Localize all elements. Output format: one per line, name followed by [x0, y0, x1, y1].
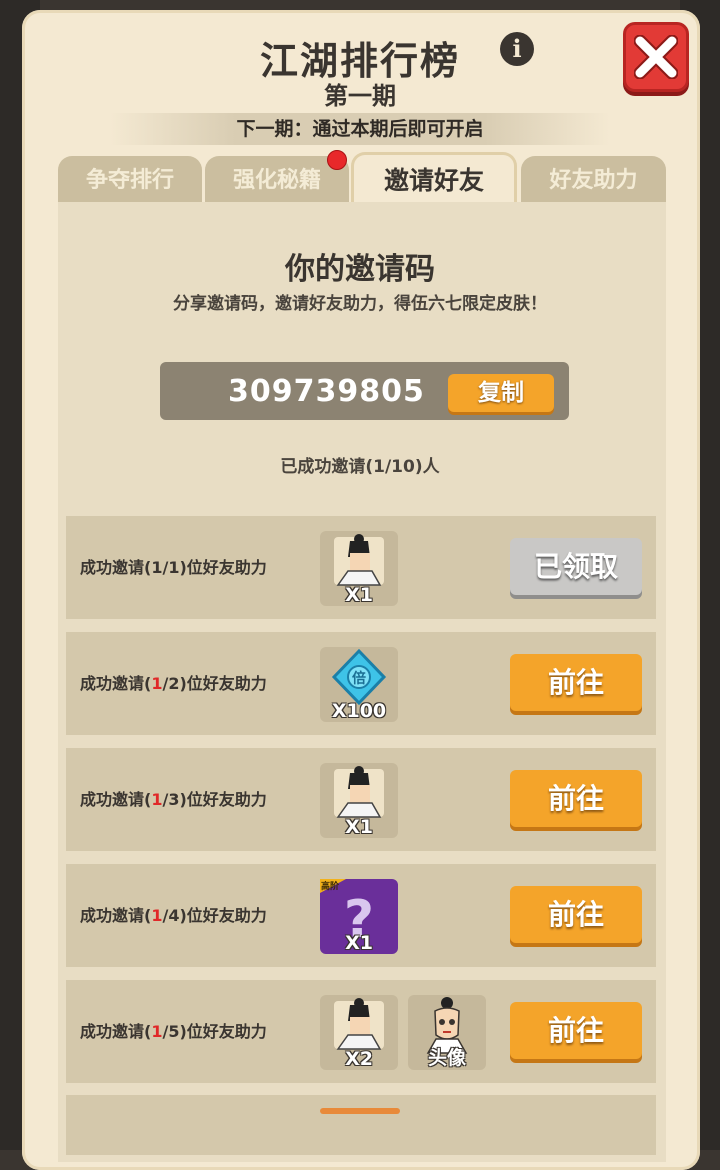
character-portrait-icon	[334, 766, 384, 818]
goto-button[interactable]: 前往	[510, 886, 642, 943]
claimed-button[interactable]: 已领取	[510, 538, 642, 595]
reward-item-stub	[320, 1108, 400, 1114]
reward-quantity: X1	[345, 816, 373, 838]
goto-button[interactable]: 前往	[510, 654, 642, 711]
close-button[interactable]	[623, 22, 689, 92]
notification-dot	[327, 150, 347, 170]
goto-button[interactable]: 前往	[510, 770, 642, 827]
reward-row: 成功邀请(1/2)位好友助力 倍 X100 前往	[66, 632, 656, 735]
reward-item[interactable]: X1	[320, 531, 398, 606]
reward-row-partial	[66, 1095, 656, 1155]
tab-invite-friends[interactable]: 邀请好友	[351, 152, 517, 204]
invite-code-value: 309739805	[228, 374, 425, 409]
tab-bar: 争夺排行 强化秘籍 邀请好友 好友助力	[58, 152, 666, 204]
reward-quantity: X1	[345, 584, 373, 606]
invite-code-title: 你的邀请码	[285, 252, 435, 287]
tab-friend-assist[interactable]: 好友助力	[521, 156, 666, 204]
info-icon[interactable]: i	[500, 32, 534, 66]
next-period-notice: 下一期：通过本期后即可开启	[110, 113, 610, 145]
reward-row: 成功邀请(1/4)位好友助力 ? 高阶 X1 前往	[66, 864, 656, 967]
reward-condition: 成功邀请(1/4)位好友助力	[80, 906, 267, 925]
reward-item[interactable]: X1	[320, 763, 398, 838]
reward-condition: 成功邀请(1/5)位好友助力	[80, 1022, 267, 1041]
reward-row: 成功邀请(1/5)位好友助力 X2 头像 前往	[66, 980, 656, 1083]
reward-item[interactable]: 倍 X100	[320, 647, 398, 722]
reward-item[interactable]: 头像	[408, 995, 486, 1070]
reward-quantity: X1	[345, 932, 373, 954]
goto-button[interactable]: 前往	[510, 1002, 642, 1059]
svg-text:倍: 倍	[352, 670, 366, 687]
reward-quantity: X2	[345, 1048, 373, 1070]
tab-ranking[interactable]: 争夺排行	[58, 156, 202, 204]
reward-row: 成功邀请(1/1)位好友助力 X1 已领取	[66, 516, 656, 619]
rarity-badge: 高阶	[321, 882, 340, 892]
character-portrait-icon	[334, 534, 384, 586]
reward-item[interactable]: X2	[320, 995, 398, 1070]
reward-condition: 成功邀请(1/2)位好友助力	[80, 674, 267, 693]
copy-button[interactable]: 复制	[448, 374, 554, 412]
close-icon	[634, 35, 678, 79]
reward-row: 成功邀请(1/3)位好友助力 X1 前往	[66, 748, 656, 851]
character-portrait-icon	[334, 998, 384, 1050]
invite-success-count: 已成功邀请(1/10)人	[280, 457, 440, 477]
period-subtitle: 第一期	[324, 82, 396, 110]
reward-quantity: 头像	[427, 1047, 466, 1069]
reward-quantity: X100	[331, 700, 387, 722]
reward-condition: 成功邀请(1/1)位好友助力	[80, 558, 267, 577]
reward-item[interactable]: ? 高阶 X1	[320, 879, 398, 954]
blue-gem-icon: 倍	[331, 648, 387, 706]
invite-code-description: 分享邀请码，邀请好友助力，得伍六七限定皮肤！	[173, 294, 547, 314]
reward-condition: 成功邀请(1/3)位好友助力	[80, 790, 267, 809]
